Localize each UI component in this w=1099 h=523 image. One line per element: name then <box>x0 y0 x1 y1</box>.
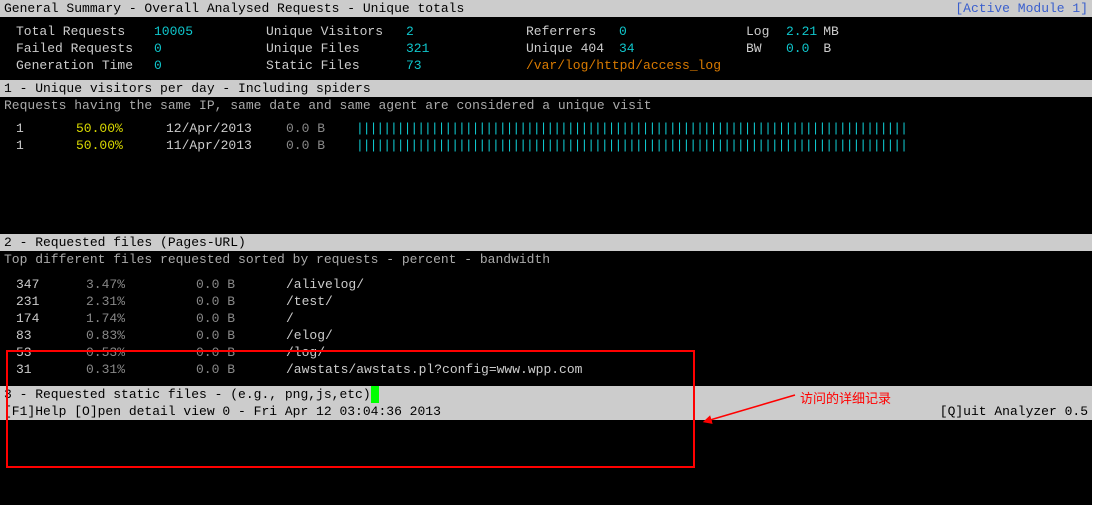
file-row[interactable]: 1741.74%0.0 B/ <box>0 310 1092 327</box>
file-bandwidth: 0.0 B <box>196 293 286 310</box>
file-row[interactable]: 2312.31%0.0 B/test/ <box>0 293 1092 310</box>
file-bandwidth: 0.0 B <box>196 276 286 293</box>
file-row[interactable]: 830.83%0.0 B/elog/ <box>0 327 1092 344</box>
row-count: 1 <box>16 137 76 154</box>
file-count: 31 <box>16 361 86 378</box>
file-percent: 1.74% <box>86 310 196 327</box>
row-bar: ||||||||||||||||||||||||||||||||||||||||… <box>356 120 907 137</box>
section-1-header[interactable]: 1 - Unique visitors per day - Including … <box>0 80 1092 97</box>
file-path: /alivelog/ <box>286 276 364 293</box>
file-row[interactable]: 3473.47%0.0 B/alivelog/ <box>0 276 1092 293</box>
row-bandwidth: 0.0 B <box>286 120 356 137</box>
row-bandwidth: 0.0 B <box>286 137 356 154</box>
total-requests-label: Total Requests <box>16 23 146 40</box>
section-3-title: 3 - Requested static files - (e.g., png,… <box>4 386 371 403</box>
status-bar: [F1]Help [O]pen detail view 0 - Fri Apr … <box>0 403 1092 420</box>
file-path: /elog/ <box>286 327 333 344</box>
stats-row-2: Failed Requests 0 Unique Files 321 Uniqu… <box>0 40 1092 57</box>
section-2-subtitle: Top different files requested sorted by … <box>0 251 1092 268</box>
file-bandwidth: 0.0 B <box>196 344 286 361</box>
file-count: 174 <box>16 310 86 327</box>
file-bandwidth: 0.0 B <box>196 327 286 344</box>
file-count: 347 <box>16 276 86 293</box>
file-percent: 0.83% <box>86 327 196 344</box>
file-path: /log/ <box>286 344 325 361</box>
status-left: [F1]Help [O]pen detail view 0 - Fri Apr … <box>4 403 441 420</box>
file-row[interactable]: 530.53%0.0 B/log/ <box>0 344 1092 361</box>
row-date: 12/Apr/2013 <box>166 120 286 137</box>
log-label: Log <box>746 23 778 40</box>
section-2-header[interactable]: 2 - Requested files (Pages-URL) <box>0 234 1092 251</box>
file-count: 83 <box>16 327 86 344</box>
active-module: [Active Module 1] <box>955 0 1088 17</box>
header-bar: General Summary - Overall Analysed Reque… <box>0 0 1092 17</box>
row-count: 1 <box>16 120 76 137</box>
log-unit: MB <box>823 23 839 40</box>
file-row[interactable]: 310.31%0.0 B/awstats/awstats.pl?config=w… <box>0 361 1092 378</box>
total-requests-value: 10005 <box>154 23 193 40</box>
row-percent: 50.00% <box>76 120 166 137</box>
referrers-label: Referrers <box>526 23 611 40</box>
stats-row-3: Generation Time 0 Static Files 73 /var/l… <box>0 57 1092 74</box>
unique-404-label: Unique 404 <box>526 40 611 57</box>
unique-files-label: Unique Files <box>266 40 398 57</box>
row-bar: ||||||||||||||||||||||||||||||||||||||||… <box>356 137 907 154</box>
row-percent: 50.00% <box>76 137 166 154</box>
unique-visitors-value: 2 <box>406 23 414 40</box>
file-percent: 2.31% <box>86 293 196 310</box>
failed-label: Failed Requests <box>16 40 146 57</box>
section-3-header[interactable]: 3 - Requested static files - (e.g., png,… <box>0 386 1092 403</box>
annotation-text: 访问的详细记录 <box>800 388 891 407</box>
gen-value: 0 <box>154 57 162 74</box>
bw-label: BW <box>746 40 778 57</box>
file-count: 53 <box>16 344 86 361</box>
cursor <box>371 386 379 403</box>
file-percent: 3.47% <box>86 276 196 293</box>
referrers-value: 0 <box>619 23 627 40</box>
file-path: /awstats/awstats.pl?config=www.wpp.com <box>286 361 582 378</box>
file-path: /test/ <box>286 293 333 310</box>
file-path: / <box>286 310 294 327</box>
header-title: General Summary - Overall Analysed Reque… <box>4 0 464 17</box>
bw-value: 0.0 <box>786 40 809 57</box>
file-percent: 0.53% <box>86 344 196 361</box>
gen-label: Generation Time <box>16 57 146 74</box>
unique-404-value: 34 <box>619 40 635 57</box>
file-percent: 0.31% <box>86 361 196 378</box>
file-count: 231 <box>16 293 86 310</box>
section-2-title: 2 - Requested files (Pages-URL) <box>4 234 246 251</box>
status-right: [Q]uit Analyzer 0.5 <box>940 403 1088 420</box>
file-bandwidth: 0.0 B <box>196 361 286 378</box>
static-files-value: 73 <box>406 57 422 74</box>
unique-visitors-label: Unique Visitors <box>266 23 398 40</box>
log-path: /var/log/httpd/access_log <box>526 57 721 74</box>
failed-value: 0 <box>154 40 162 57</box>
section-1-subtitle: Requests having the same IP, same date a… <box>0 97 1092 114</box>
terminal-window: General Summary - Overall Analysed Reque… <box>0 0 1092 505</box>
section-1-title: 1 - Unique visitors per day - Including … <box>4 80 371 97</box>
unique-files-value: 321 <box>406 40 429 57</box>
visitor-row[interactable]: 150.00%12/Apr/20130.0 B|||||||||||||||||… <box>0 120 1092 137</box>
file-bandwidth: 0.0 B <box>196 310 286 327</box>
static-files-label: Static Files <box>266 57 398 74</box>
log-value: 2.21 <box>786 23 817 40</box>
stats-row-1: Total Requests 10005 Unique Visitors 2 R… <box>0 23 1092 40</box>
bw-unit: B <box>823 40 831 57</box>
visitor-row[interactable]: 150.00%11/Apr/20130.0 B|||||||||||||||||… <box>0 137 1092 154</box>
row-date: 11/Apr/2013 <box>166 137 286 154</box>
